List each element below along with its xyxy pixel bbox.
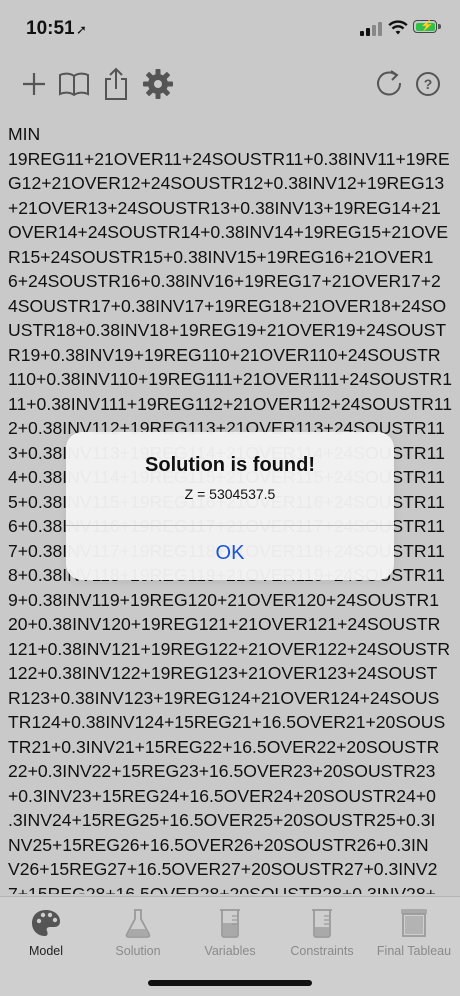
refresh-icon [377, 70, 402, 96]
share-icon [105, 67, 127, 100]
model-text-line: TR21+0.3INV21+15REG22+16.5OVER22+20SOUST… [8, 736, 440, 757]
model-text-line: 7+15REG28+16.5OVER28+20SOUSTR28+0.3INV28… [8, 883, 436, 895]
tableau-icon [401, 909, 427, 937]
book-icon [59, 72, 89, 97]
model-text-line: R123+0.38INV123+19REG124+21OVER124+24SOU… [8, 687, 440, 708]
model-text-line: 22+0.3INV22+15REG23+16.5OVER23+20SOUSTR2… [8, 761, 436, 781]
location-arrow-icon: ➚ [76, 22, 87, 37]
svg-text:?: ? [424, 76, 433, 92]
ok-button[interactable]: OK [66, 526, 394, 580]
model-text-line: OVER14+24SOUSTR14+0.38INV14+19REG15+21OV… [8, 222, 449, 242]
flask-icon [125, 909, 151, 938]
tab-model[interactable]: Model [0, 903, 92, 967]
tab-label: Solution [115, 944, 161, 958]
model-text-line: MIN [8, 124, 41, 144]
alert-title: Solution is found! [145, 454, 315, 476]
tab-variables[interactable]: Variables [184, 903, 276, 967]
tab-label: Model [28, 944, 64, 958]
solution-alert: Solution is found! Z = 5304537.5 OK [66, 432, 394, 580]
cellular-signal-icon [360, 22, 382, 36]
model-text-line: R19+0.38INV19+19REG110+21OVER110+24SOUST… [8, 344, 441, 365]
model-text-line: 110+0.38INV110+19REG111+21OVER111+24SOUS… [8, 369, 453, 389]
tab-solution[interactable]: Solution [92, 903, 184, 967]
status-bar: 10:51 ➚ ⚡ [0, 0, 460, 56]
share-button[interactable] [98, 66, 134, 102]
model-text-line: .3INV24+15REG25+16.5OVER25+20SOUSTR25+0.… [8, 810, 436, 830]
home-indicator [148, 980, 312, 986]
model-text-line: 121+0.38INV121+19REG122+21OVER122+24SOUS… [8, 638, 451, 659]
model-text-line: G12+21OVER12+24SOUSTR12+0.38INV12+19REG1… [8, 173, 445, 193]
model-text-line: 4SOUSTR17+0.38INV17+19REG18+21OVER18+24S… [8, 295, 447, 316]
tab-constraints[interactable]: Constraints [276, 903, 368, 967]
model-text-line: 20+0.38INV120+19REG121+21OVER121+24SOUST… [8, 614, 441, 634]
palette-icon [32, 910, 60, 936]
model-text-line: USTR18+0.38INV18+19REG19+21OVER19+24SOUS… [8, 320, 447, 340]
model-text-line: R15+24SOUSTR15+0.38INV15+19REG16+21OVER1 [8, 246, 434, 267]
model-text-line: TR124+0.38INV124+15REG21+16.5OVER21+20SO… [8, 712, 446, 732]
toolbar: ? [0, 58, 460, 108]
refresh-button[interactable] [372, 66, 408, 102]
model-text-line: 6+24SOUSTR16+0.38INV16+19REG17+21OVER17+… [8, 271, 441, 291]
model-text-line: +0.3INV23+15REG24+16.5OVER24+20SOUSTR24+… [8, 785, 436, 806]
model-text-line: 122+0.38INV122+19REG123+21OVER123+24SOUS… [8, 663, 438, 683]
add-button[interactable] [16, 66, 52, 102]
model-text-line: 19REG11+21OVER11+24SOUSTR11+0.38INV11+19… [8, 148, 450, 169]
battery-icon: ⚡ [413, 20, 437, 33]
tab-label: Constraints [290, 944, 354, 958]
help-icon: ? [416, 72, 440, 96]
battery-cap [438, 24, 441, 29]
beaker-icon [220, 909, 240, 938]
model-text-line: +21OVER13+24SOUSTR13+0.38INV13+19REG14+2… [8, 197, 441, 218]
library-button[interactable] [56, 66, 92, 102]
gear-icon [143, 69, 173, 99]
model-text-line: 11+0.38INV111+19REG112+21OVER112+24SOUST… [8, 393, 453, 414]
alert-message: Z = 5304537.5 [184, 486, 276, 502]
tab-label: Final Tableau [376, 944, 452, 958]
tab-final-tableau[interactable]: Final Tableau [368, 903, 460, 967]
wifi-icon [388, 20, 408, 35]
model-text-line: 9+0.38INV119+19REG120+21OVER120+24SOUSTR… [8, 589, 440, 610]
model-text-line: NV25+15REG26+16.5OVER26+20SOUSTR26+0.3IN [8, 834, 429, 855]
plus-icon [23, 73, 45, 95]
model-text-line: V26+15REG27+16.5OVER27+20SOUSTR27+0.3INV… [8, 859, 438, 879]
clock: 10:51 [26, 18, 75, 39]
help-button[interactable]: ? [410, 66, 446, 102]
settings-button[interactable] [140, 66, 176, 102]
beaker-icon [312, 909, 332, 938]
tab-label: Variables [204, 944, 256, 958]
